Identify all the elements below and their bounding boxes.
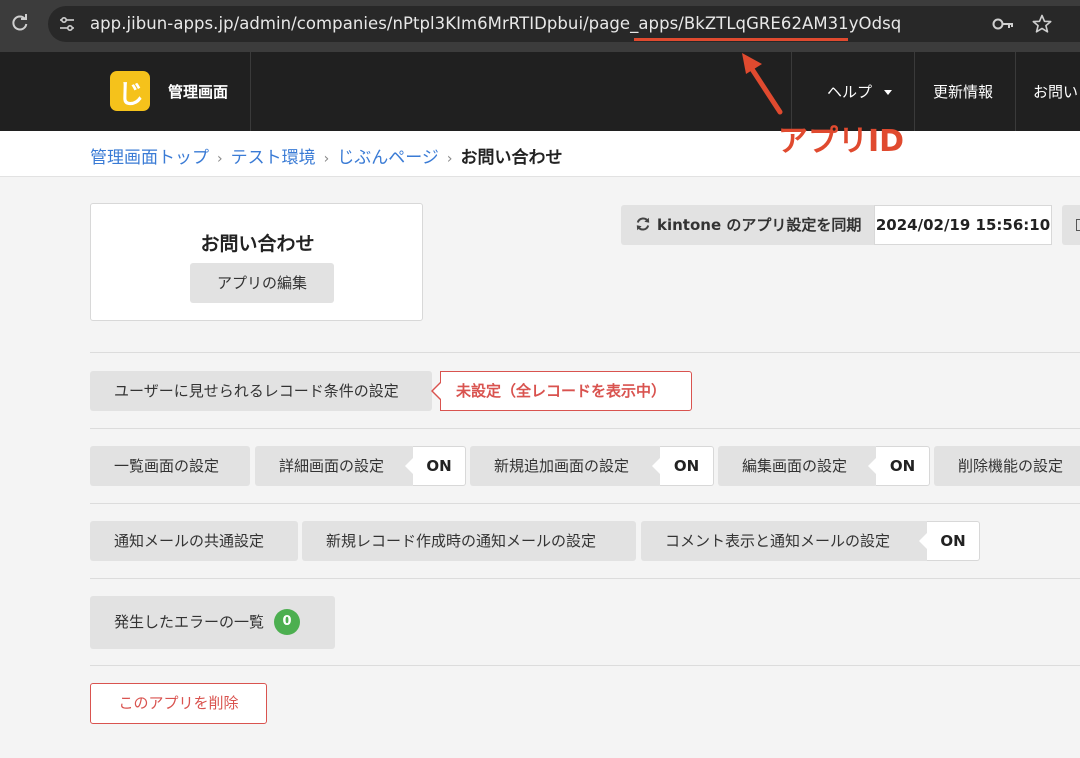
section-divider: [90, 665, 1080, 666]
breadcrumb-current: お問い合わせ: [460, 148, 563, 168]
list-screen-settings-button[interactable]: 一覧画面の設定: [90, 446, 250, 486]
delete-app-button[interactable]: このアプリを削除: [90, 683, 267, 724]
breadcrumb: 管理画面トップ › テスト環境 › じぶんページ › お問い合わせ: [90, 143, 563, 168]
record-condition-button[interactable]: ユーザーに見せられるレコード条件の設定: [90, 371, 432, 411]
mail-common-settings-button[interactable]: 通知メールの共通設定: [90, 521, 298, 561]
edit-status-badge: ON: [876, 446, 930, 486]
app-card: お問い合わせ アプリの編集: [90, 203, 423, 321]
sync-extra-button[interactable]: [1062, 205, 1080, 245]
app-logo[interactable]: じ: [110, 71, 150, 111]
error-list-label: 発生したエラーの一覧: [114, 613, 265, 631]
header-divider: [250, 52, 251, 131]
app-title: お問い合わせ: [200, 233, 315, 255]
new-screen-settings-button[interactable]: 新規追加画面の設定: [470, 446, 662, 486]
delete-function-settings-button[interactable]: 削除機能の設定: [934, 446, 1080, 486]
sync-label: kintone のアプリ設定を同期: [657, 216, 862, 234]
header-divider: [1015, 52, 1016, 131]
nav-help[interactable]: ヘルプ: [827, 81, 893, 102]
error-count-badge: 0: [274, 608, 301, 635]
last-sync-timestamp: 2024/02/19 15:56:10: [874, 205, 1052, 245]
status-notch: [652, 458, 660, 474]
error-list-button[interactable]: 発生したエラーの一覧 0: [90, 596, 335, 649]
reload-icon[interactable]: [10, 13, 30, 33]
breadcrumb-bar: 管理画面トップ › テスト環境 › じぶんページ › お問い合わせ: [0, 131, 1080, 177]
new-record-mail-settings-button[interactable]: 新規レコード作成時の通知メールの設定: [302, 521, 636, 561]
nav-help-label: ヘルプ: [827, 83, 873, 101]
url-app-id: BkZTLqGRE62AM31yOdsq: [683, 14, 902, 33]
nav-contact[interactable]: お問い: [1033, 81, 1078, 102]
status-notch: [919, 533, 927, 549]
status-notch: [868, 458, 876, 474]
edit-screen-settings-button[interactable]: 編集画面の設定: [718, 446, 878, 486]
annotation-label: アプリID: [778, 124, 905, 159]
section-divider: [90, 352, 1080, 353]
section-divider: [90, 428, 1080, 429]
sync-kintone-button[interactable]: kintone のアプリ設定を同期: [621, 205, 874, 245]
section-divider: [90, 578, 1080, 579]
breadcrumb-separator: ›: [446, 151, 453, 167]
status-notch: [405, 458, 413, 474]
logo-glyph: じ: [118, 80, 145, 110]
address-bar[interactable]: app.jibun-apps.jp/admin/companies/nPtpl3…: [48, 6, 1080, 42]
breadcrumb-link-top[interactable]: 管理画面トップ: [90, 148, 209, 168]
detail-status-badge: ON: [413, 446, 466, 486]
breadcrumb-link-env[interactable]: テスト環境: [231, 148, 316, 168]
breadcrumb-link-page[interactable]: じぶんページ: [337, 148, 439, 168]
bookmark-star-icon[interactable]: [1032, 14, 1052, 34]
annotation-underline: [634, 38, 848, 41]
detail-screen-settings-button[interactable]: 詳細画面の設定: [255, 446, 415, 486]
site-settings-icon[interactable]: [58, 15, 76, 33]
new-status-badge: ON: [660, 446, 714, 486]
app-name: 管理画面: [168, 83, 229, 101]
status-notch: [433, 383, 441, 399]
breadcrumb-separator: ›: [323, 151, 330, 167]
url-prefix: app.jibun-apps.jp/admin/companies/nPtpl3…: [90, 14, 684, 33]
browser-toolbar: app.jibun-apps.jp/admin/companies/nPtpl3…: [0, 0, 1080, 52]
app-header: じ 管理画面 ヘルプ 更新情報 お問い: [0, 52, 1080, 131]
bracket-icon: [1076, 219, 1080, 231]
comment-status-badge: ON: [927, 521, 980, 561]
key-icon[interactable]: [992, 15, 1014, 33]
edit-app-button[interactable]: アプリの編集: [190, 263, 334, 303]
record-condition-status: 未設定（全レコードを表示中）: [440, 371, 692, 411]
nav-updates[interactable]: 更新情報: [933, 81, 993, 102]
caret-down-icon: [884, 90, 893, 95]
section-divider: [90, 503, 1080, 504]
annotation-arrow-icon: [742, 53, 783, 115]
breadcrumb-separator: ›: [217, 151, 223, 167]
sync-icon: [636, 217, 650, 231]
comment-mail-settings-button[interactable]: コメント表示と通知メールの設定: [641, 521, 931, 561]
url-text[interactable]: app.jibun-apps.jp/admin/companies/nPtpl3…: [90, 14, 901, 33]
header-divider: [914, 52, 915, 131]
